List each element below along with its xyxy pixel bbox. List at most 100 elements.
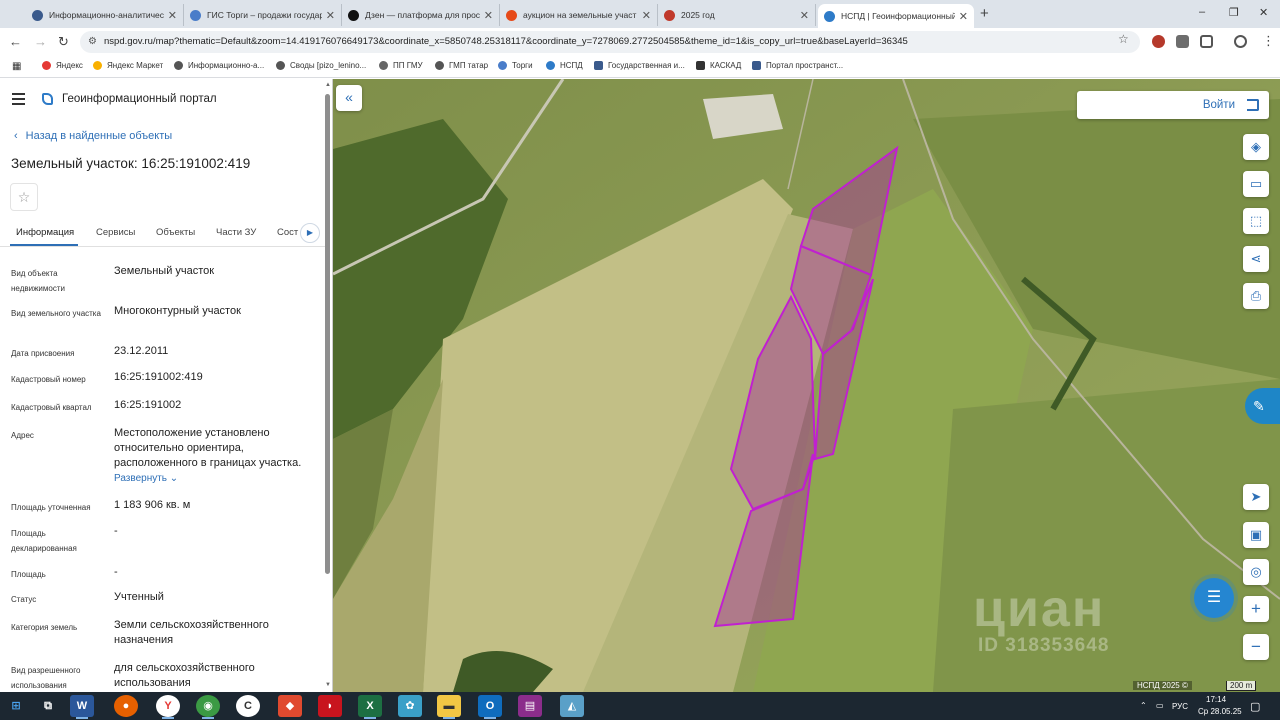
bookmark-item[interactable]: КАСКАД [696,61,741,70]
site-info-icon[interactable]: ⚙ [88,31,97,53]
app-icon[interactable]: ✿ [398,695,422,717]
bookmark-star-icon[interactable]: ☆ [1118,32,1129,46]
clock-date[interactable]: Ср 28.05.25 [1198,707,1242,716]
favorite-star-button[interactable]: ☆ [10,183,38,211]
excel-app-icon[interactable]: X [358,695,382,719]
clock-time[interactable]: 17:14 [1206,695,1226,704]
extensions-puzzle-icon[interactable] [1200,35,1213,48]
navigation-arrow-icon: ➤ [1250,489,1262,504]
chrome-app-icon[interactable]: ◉ [196,695,220,719]
word-app-icon[interactable]: W [70,695,94,719]
close-tab-icon[interactable]: ✕ [959,10,968,23]
browser-tab-2[interactable]: ГИС Торги – продажи государ ✕ [184,4,342,26]
tab-parcel-parts[interactable]: Части ЗУ [216,227,256,238]
apps-grid-icon[interactable]: ▦ [12,61,21,72]
layers-button[interactable]: ◈ [1243,134,1269,160]
bookmark-item[interactable]: Государственная и... [594,61,685,70]
chat-button[interactable]: ☰ [1194,578,1234,618]
language-indicator[interactable]: РУС [1172,702,1188,711]
browser-tab-1[interactable]: Информационно-аналитичес ✕ [26,4,184,26]
browser-tab-4[interactable]: аукцион на земельные участ ✕ [500,4,658,26]
bookmark-item[interactable]: Яндекс [42,61,83,70]
new-tab-icon[interactable]: + [980,5,989,22]
tab-objects[interactable]: Объекты [156,227,195,238]
app-icon[interactable]: ◗ [318,695,342,717]
feedback-tab-button[interactable]: ✎ [1245,388,1280,424]
bookmark-item[interactable]: Портал пространст... [752,61,843,70]
back-icon[interactable]: ← [9,34,22,49]
forward-icon[interactable]: → [34,34,47,49]
bookmark-favicon-icon [546,61,555,70]
bookmark-item[interactable]: ГМП татар [435,61,488,70]
minimap-button[interactable]: ▣ [1243,522,1269,548]
reload-icon[interactable]: ↻ [58,34,69,50]
anydesk-app-icon[interactable]: ◆ [278,695,302,717]
tab-services[interactable]: Сервисы [96,227,135,238]
back-to-results-link[interactable]: ‹ Назад в найденные объекты [14,130,172,142]
browser-tab-5[interactable]: 2025 год ✕ [658,4,816,26]
bookmark-item[interactable]: ПП ГМУ [379,61,423,70]
menu-kebab-icon[interactable]: ⋮ [1262,33,1275,49]
zoom-out-button[interactable]: − [1243,634,1269,660]
bookmark-item[interactable]: Яндекс Маркет [93,61,163,70]
tray-chevron-up-icon[interactable]: ⌃ [1140,701,1147,710]
print-button[interactable]: ⎙ [1243,283,1269,309]
app-icon[interactable]: ◭ [560,695,584,717]
hamburger-menu-icon[interactable] [12,93,25,108]
minimize-icon[interactable]: – [1199,6,1205,18]
firefox-app-icon[interactable]: ● [114,695,138,717]
share-button[interactable]: ⋖ [1243,246,1269,272]
start-windows-icon[interactable]: ⊞ [4,695,28,717]
measure-button[interactable]: ▭ [1243,171,1269,197]
bookmark-favicon-icon [435,61,444,70]
close-window-icon[interactable]: ✕ [1259,6,1268,19]
address-bar[interactable]: ⚙ nspd.gov.ru/map?thematic=Default&zoom=… [80,31,1140,53]
browser-tab-3[interactable]: Дзен — платформа для прос ✕ [342,4,500,26]
satellite-map[interactable]: « Войти ◈ ▭ ⬚ ⋖ ⎙ ✎ ➤ ▣ ◎ + − ☰ циан ID … [333,79,1280,692]
map-scale: 200 m [1226,681,1257,691]
close-tab-icon[interactable]: ✕ [642,9,651,22]
minimap-icon: ▣ [1249,527,1263,542]
panel-scrollbar[interactable]: ▲ ▼ [325,82,331,692]
close-tab-icon[interactable]: ✕ [168,9,177,22]
outlook-app-icon[interactable]: O [478,695,502,719]
scroll-up-icon[interactable]: ▲ [325,82,331,88]
browser-tab-6-active[interactable]: НСПД | Геоинформационный ✕ [818,4,974,28]
navigate-button[interactable]: ➤ [1243,484,1269,510]
select-area-button[interactable]: ⬚ [1243,208,1269,234]
profile-avatar-icon[interactable] [1234,35,1247,48]
tab-composition[interactable]: Сост [277,227,298,238]
winrar-app-icon[interactable]: ▤ [518,695,542,717]
locate-button[interactable]: ◎ [1243,559,1269,585]
file-explorer-app-icon[interactable]: ▬ [437,695,461,719]
bookmark-item[interactable]: Своды [pizo_lenino... [276,61,366,70]
close-tab-icon[interactable]: ✕ [484,9,493,22]
notifications-icon[interactable]: ▢ [1250,700,1260,713]
bookmark-item[interactable]: Торги [498,61,533,70]
zoom-in-button[interactable]: + [1243,596,1269,622]
login-button[interactable]: Войти [1077,91,1269,119]
network-icon[interactable]: ▭ [1156,701,1164,710]
address-text: Местоположение установлено относительно … [114,427,302,469]
tabs-scroll-right-icon[interactable]: ▶ [300,223,320,243]
app-icon[interactable]: C [236,695,260,717]
tab-information[interactable]: Информация [16,227,74,238]
bookmark-favicon-icon [379,61,388,70]
extension-icon[interactable] [1152,35,1165,48]
bookmark-favicon-icon [93,61,102,70]
yandex-browser-app-icon[interactable]: Y [156,695,180,719]
collapse-panel-button[interactable]: « [336,85,362,111]
scrollbar-thumb[interactable] [325,94,330,574]
bookmark-item[interactable]: НСПД [546,61,583,70]
bookmark-item[interactable]: Информационно-а... [174,61,264,70]
select-area-icon: ⬚ [1249,213,1263,228]
close-tab-icon[interactable]: ✕ [800,9,809,22]
task-view-icon[interactable]: ⧉ [36,695,60,717]
scroll-down-icon[interactable]: ▼ [325,682,331,688]
object-info-panel: Геоинформационный портал ‹ Назад в найден… [0,79,333,692]
expand-address-link[interactable]: Развернуть ⌄ [114,471,319,486]
extension-icon[interactable] [1176,35,1189,48]
close-tab-icon[interactable]: ✕ [326,9,335,22]
plus-icon: + [1251,599,1261,618]
restore-icon[interactable]: ❐ [1229,6,1239,19]
